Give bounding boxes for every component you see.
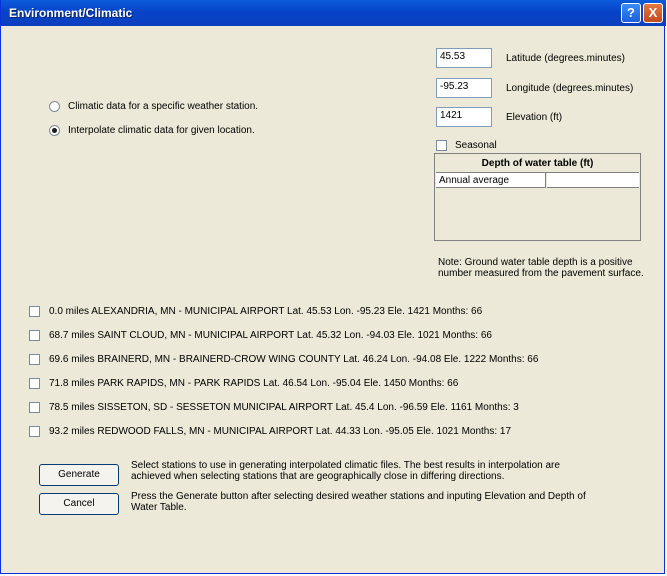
station-row[interactable]: 78.5 miles SISSETON, SD - SESSETON MUNIC… <box>29 400 519 414</box>
help-button[interactable]: ? <box>621 3 641 23</box>
station-text: 93.2 miles REDWOOD FALLS, MN - MUNICIPAL… <box>49 425 512 437</box>
station-text: 71.8 miles PARK RAPIDS, MN - PARK RAPIDS… <box>49 377 459 389</box>
annual-average-input[interactable] <box>547 173 639 188</box>
radio-circle[interactable] <box>49 124 60 136</box>
generate-help-text: Select stations to use in generating int… <box>131 460 560 482</box>
environment-climatic-dialog: Environment/Climatic ? X Climatic data f… <box>0 0 666 574</box>
water-table-grid: Depth of water table (ft) Annual average <box>434 153 641 241</box>
latitude-input[interactable]: 45.53 <box>436 48 492 68</box>
seasonal-label: Seasonal <box>455 140 497 151</box>
station-text: 68.7 miles SAINT CLOUD, MN - MUNICIPAL A… <box>49 329 492 341</box>
radio-interpolate[interactable]: Interpolate climatic data for given loca… <box>49 123 255 137</box>
radio-circle[interactable] <box>49 100 60 112</box>
radio-label: Interpolate climatic data for given loca… <box>68 124 255 136</box>
title-bar: Environment/Climatic ? X <box>1 0 666 26</box>
station-row[interactable]: 69.6 miles BRAINERD, MN - BRAINERD-CROW … <box>29 352 538 366</box>
station-checkbox[interactable] <box>29 353 40 365</box>
station-text: 0.0 miles ALEXANDRIA, MN - MUNICIPAL AIR… <box>49 305 483 317</box>
water-table-header: Depth of water table (ft) <box>436 155 639 173</box>
longitude-input[interactable]: -95.23 <box>436 78 492 98</box>
radio-specific-station[interactable]: Climatic data for a specific weather sta… <box>49 99 258 113</box>
station-row[interactable]: 0.0 miles ALEXANDRIA, MN - MUNICIPAL AIR… <box>29 304 482 318</box>
station-row[interactable]: 68.7 miles SAINT CLOUD, MN - MUNICIPAL A… <box>29 328 492 342</box>
radio-label: Climatic data for a specific weather sta… <box>68 100 259 112</box>
elevation-input[interactable]: 1421 <box>436 107 492 127</box>
cancel-help-text: Press the Generate button after selectin… <box>131 491 586 513</box>
seasonal-checkbox-row[interactable]: Seasonal <box>436 140 497 151</box>
annual-average-label: Annual average <box>436 173 546 188</box>
close-button[interactable]: X <box>643 3 663 23</box>
station-checkbox[interactable] <box>29 425 40 437</box>
elevation-label: Elevation (ft) <box>506 112 563 123</box>
station-checkbox[interactable] <box>29 401 40 413</box>
longitude-label: Longitude (degrees.minutes) <box>506 83 634 94</box>
water-table-note: Note: Ground water table depth is a posi… <box>438 257 644 279</box>
window-title: Environment/Climatic <box>9 6 133 20</box>
station-checkbox[interactable] <box>29 329 40 341</box>
cancel-button[interactable]: Cancel <box>39 493 119 515</box>
station-text: 69.6 miles BRAINERD, MN - BRAINERD-CROW … <box>49 353 539 365</box>
station-row[interactable]: 93.2 miles REDWOOD FALLS, MN - MUNICIPAL… <box>29 424 511 438</box>
station-checkbox[interactable] <box>29 377 40 389</box>
station-row[interactable]: 71.8 miles PARK RAPIDS, MN - PARK RAPIDS… <box>29 376 458 390</box>
generate-button[interactable]: Generate <box>39 464 119 486</box>
seasonal-checkbox[interactable] <box>436 140 447 151</box>
latitude-label: Latitude (degrees.minutes) <box>506 53 625 64</box>
station-checkbox[interactable] <box>29 305 40 317</box>
station-text: 78.5 miles SISSETON, SD - SESSETON MUNIC… <box>49 401 519 413</box>
